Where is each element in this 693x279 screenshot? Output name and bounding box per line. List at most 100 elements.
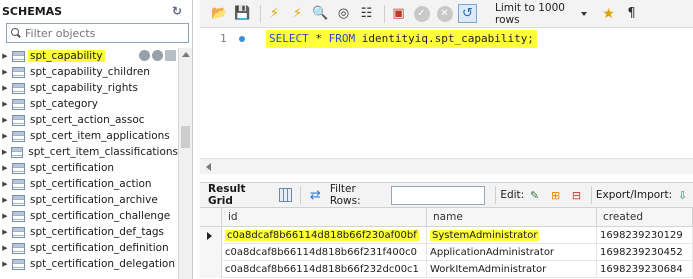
find-icon[interactable]: ◎ xyxy=(334,4,353,23)
autocommit-toggle-icon[interactable]: ↺ xyxy=(458,4,477,23)
tree-item[interactable]: ▶ spt_certification_def_tags xyxy=(0,224,178,240)
open-folder-icon[interactable]: 📂 xyxy=(210,4,229,23)
tree-item[interactable]: ▶ spt_cert_item_classifications xyxy=(0,144,178,160)
delete-row-icon[interactable]: ⊟ xyxy=(570,188,583,202)
tree-item[interactable]: ▶ spt_capability_rights xyxy=(0,80,178,96)
commit-icon[interactable]: ✓ xyxy=(412,4,431,23)
cell-id[interactable]: c0a8dcaf8b66114d818b66f232dc00c1 xyxy=(222,261,427,278)
column-header-name[interactable]: name xyxy=(427,208,597,227)
column-header-created[interactable]: created xyxy=(597,208,693,227)
export-icon[interactable]: ⇩ xyxy=(676,188,689,202)
execute-bolt-icon[interactable]: ⚡ xyxy=(265,4,284,23)
row-actions xyxy=(139,50,176,61)
cell-name[interactable]: ApplicationAdministrator xyxy=(427,244,597,261)
schemas-scrollbar[interactable] xyxy=(178,48,192,279)
filter-objects-input[interactable] xyxy=(25,26,185,40)
filter-rows-input[interactable] xyxy=(391,185,486,205)
tree-item[interactable]: ▶ spt_capability_children xyxy=(0,64,178,80)
scrollbar-thumb[interactable] xyxy=(181,126,190,148)
grid-view-icon[interactable] xyxy=(278,188,292,202)
tree-item[interactable]: ▶ spt_capability xyxy=(0,48,178,64)
toolbar-separator xyxy=(384,4,385,23)
cell-name[interactable]: WorkItemAdministrator xyxy=(427,261,597,278)
expand-arrow-icon[interactable]: ▶ xyxy=(0,116,10,124)
beautify-icon[interactable]: ☷ xyxy=(357,4,376,23)
cell-name[interactable]: SystemAdministrator xyxy=(427,227,597,244)
save-icon[interactable]: 💾 xyxy=(233,4,252,23)
row-marker[interactable] xyxy=(200,244,222,261)
explain-icon[interactable]: 🔍 xyxy=(311,4,330,23)
tree-item[interactable]: ▶ spt_certification_challenge xyxy=(0,208,178,224)
tree-item[interactable]: ▶ spt_certification_archive xyxy=(0,192,178,208)
cell-created[interactable]: 1698239230129 xyxy=(597,227,693,244)
refresh-results-icon[interactable]: ⇄ xyxy=(309,188,322,203)
expand-arrow-icon[interactable]: ▶ xyxy=(0,52,10,60)
expand-arrow-icon[interactable]: ▶ xyxy=(0,228,10,236)
expand-arrow-icon[interactable]: ▶ xyxy=(0,84,10,92)
line-number: 1 xyxy=(220,32,227,45)
result-grid: id name created c0a8dcaf8b66114d818b66f2… xyxy=(200,208,693,279)
tree-item[interactable]: ▶ spt_cert_action_assoc xyxy=(0,112,178,128)
cell-name-value: SystemAdministrator xyxy=(430,230,540,241)
expand-arrow-icon[interactable]: ▶ xyxy=(0,244,10,252)
table-icon xyxy=(12,82,25,94)
tree-item[interactable]: ▶ spt_certification xyxy=(0,160,178,176)
table-row[interactable]: c0a8dcaf8b66114d818b66f231f400c0 Applicat… xyxy=(200,244,693,261)
toolbar-separator xyxy=(260,4,261,23)
row-marker[interactable] xyxy=(200,227,222,244)
chevron-down-icon xyxy=(581,11,587,16)
cell-id[interactable]: c0a8dcaf8b66114d818b66f231f400c0 xyxy=(222,244,427,261)
settings-wrench-icon[interactable] xyxy=(152,50,163,61)
expand-arrow-icon[interactable]: ▶ xyxy=(0,260,10,268)
sql-statement[interactable]: SELECT * FROM identityiq.spt_capability; xyxy=(266,30,537,48)
invisible-chars-icon[interactable]: ¶ xyxy=(622,4,641,23)
cell-created-value: 1698239230684 xyxy=(600,264,683,275)
refresh-icon[interactable]: ↻ xyxy=(170,4,184,18)
add-snippet-star-icon[interactable]: ★ xyxy=(599,4,618,23)
tree-item[interactable]: ▶ spt_certification_delegation xyxy=(0,256,178,272)
table-icon xyxy=(12,242,25,254)
table-icon xyxy=(12,114,25,126)
editor-horizontal-scrollbar[interactable] xyxy=(200,158,693,174)
scroll-up-arrow-icon[interactable] xyxy=(182,52,190,57)
expand-arrow-icon[interactable]: ▶ xyxy=(0,68,10,76)
keyword-select: SELECT xyxy=(269,32,309,45)
execute-current-icon[interactable]: ⚡ xyxy=(288,4,307,23)
filter-objects-field[interactable] xyxy=(6,23,189,43)
expand-arrow-icon[interactable]: ▶ xyxy=(0,180,10,188)
column-header-id[interactable]: id xyxy=(222,208,427,227)
cell-id[interactable]: c0a8dcaf8b66114d818b66f230af00bf xyxy=(222,227,427,244)
expand-arrow-icon[interactable]: ▶ xyxy=(0,196,10,204)
scroll-left-arrow-icon[interactable] xyxy=(206,163,211,171)
table-icon xyxy=(12,50,25,62)
statement-marker-icon xyxy=(239,36,245,42)
tree-item-label: spt_certification_challenge xyxy=(30,210,171,222)
tree-item[interactable]: ▶ spt_certification_definition xyxy=(0,240,178,256)
stop-icon[interactable]: ▣ xyxy=(389,4,408,23)
limit-rows-select[interactable]: Limit to 1000 rows xyxy=(489,2,593,26)
expand-arrow-icon[interactable]: ▶ xyxy=(0,212,10,220)
schema-tree: ▶ spt_capability ▶ spt_capability_children ▶… xyxy=(0,48,178,272)
table-row[interactable]: c0a8dcaf8b66114d818b66f230af00bf SystemAd… xyxy=(200,227,693,244)
expand-arrow-icon[interactable]: ▶ xyxy=(0,132,10,140)
sql-editor[interactable]: 1 SELECT * FROM identityiq.spt_capabilit… xyxy=(200,28,693,158)
cell-created[interactable]: 1698239230684 xyxy=(597,261,693,278)
rollback-icon[interactable]: ✕ xyxy=(435,4,454,23)
cell-created[interactable]: 1698239230452 xyxy=(597,244,693,261)
expand-arrow-icon[interactable]: ▶ xyxy=(0,164,10,172)
edit-current-row-icon[interactable]: ✎ xyxy=(528,188,541,202)
tree-item[interactable]: ▶ spt_certification_action xyxy=(0,176,178,192)
insert-row-icon[interactable]: ⊞ xyxy=(549,188,562,202)
table-data-icon[interactable] xyxy=(165,50,176,61)
export-import-label: Export/Import: xyxy=(595,189,673,201)
expand-arrow-icon[interactable]: ▶ xyxy=(0,100,10,108)
table-icon xyxy=(12,194,25,206)
expand-arrow-icon[interactable]: ▶ xyxy=(0,148,9,156)
tree-item[interactable]: ▶ spt_category xyxy=(0,96,178,112)
row-marker[interactable] xyxy=(200,261,222,278)
info-icon[interactable] xyxy=(139,50,150,61)
cell-created-value: 1698239230452 xyxy=(600,247,683,258)
table-row[interactable]: c0a8dcaf8b66114d818b66f232dc00c1 WorkItem… xyxy=(200,261,693,278)
result-grid-tab[interactable]: Result Grid xyxy=(208,183,269,207)
tree-item[interactable]: ▶ spt_cert_item_applications xyxy=(0,128,178,144)
